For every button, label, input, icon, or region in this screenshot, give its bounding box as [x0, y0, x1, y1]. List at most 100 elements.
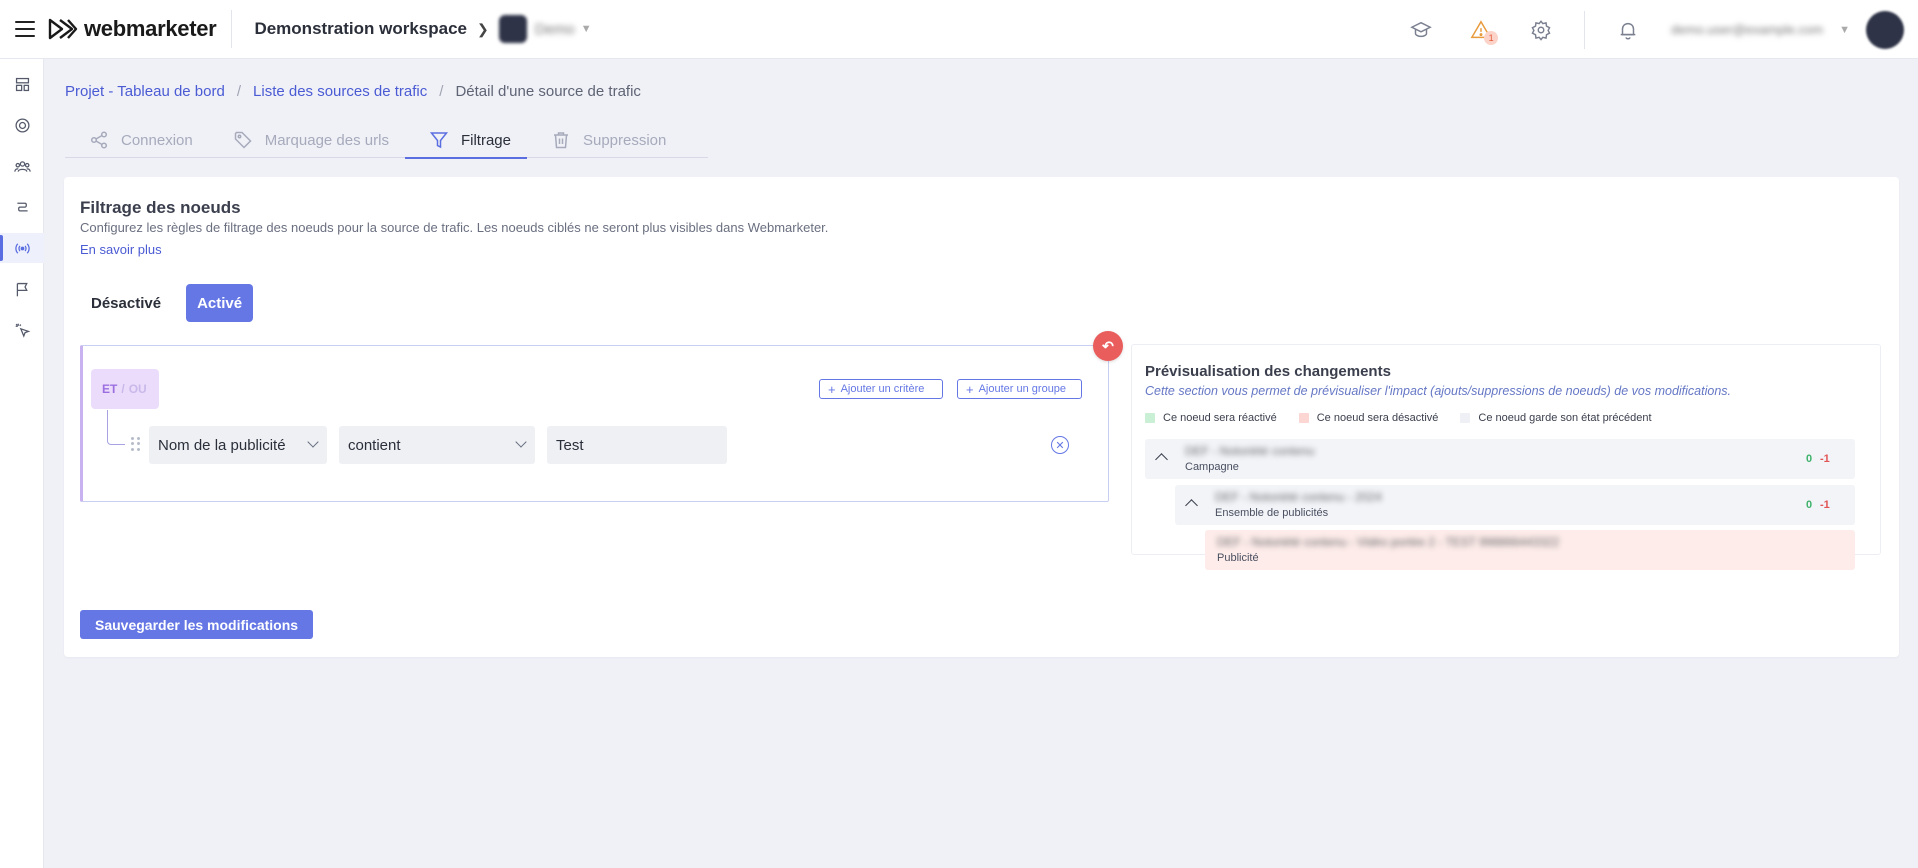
broadcast-icon	[14, 242, 30, 254]
sidebar-item-traffic-sources[interactable]	[0, 233, 44, 263]
criterion-operator-select[interactable]: contient	[339, 426, 535, 464]
route-icon	[16, 202, 28, 212]
logic-or-option[interactable]: OU	[129, 382, 147, 396]
node-name: DEF - Notoriété contenu - Vidéo portée 2…	[1217, 535, 1560, 549]
node-removed-count: -1	[1820, 453, 1830, 465]
sidebar-item-goals[interactable]	[0, 274, 44, 304]
sidebar-item-journeys[interactable]	[0, 192, 44, 222]
chevron-up-icon[interactable]	[1185, 499, 1198, 512]
warning-icon[interactable]: 1	[1468, 17, 1499, 45]
add-criterion-label: Ajouter un critère	[840, 383, 925, 395]
legend-label: Ce noeud garde son état précédent	[1478, 412, 1652, 424]
add-group-label: Ajouter un groupe	[978, 383, 1067, 395]
section-title: Filtrage des noeuds	[80, 198, 241, 217]
tree-node-campaign[interactable]: DEF - Notoriété contenu Campagne 0 -1	[1145, 439, 1855, 479]
criterion-field-value: Nom de la publicité	[158, 436, 286, 454]
legend-item: Ce noeud garde son état précédent	[1460, 412, 1652, 424]
filter-icon	[429, 132, 449, 149]
remove-criterion-icon[interactable]: ✕	[1051, 436, 1069, 454]
breadcrumb-dashboard-link[interactable]: Projet - Tableau de bord	[65, 83, 225, 100]
toggle-disabled-button[interactable]: Désactivé	[80, 284, 172, 322]
legend-swatch	[1298, 413, 1309, 423]
undo-icon[interactable]: ↶	[1093, 331, 1123, 361]
filtering-card: Filtrage des noeuds Configurez les règle…	[64, 177, 1899, 657]
filter-builder: ET / OU + Ajouter un critère + Ajouter u…	[80, 345, 1109, 502]
logo-icon	[48, 18, 78, 40]
add-group-button[interactable]: + Ajouter un groupe	[957, 379, 1082, 399]
workspace-name[interactable]: Demonstration workspace	[254, 19, 467, 39]
tab-label: Marquage des urls	[264, 131, 389, 149]
sidebar-item-tracking[interactable]	[0, 315, 44, 345]
legend-item: Ce noeud sera désactivé	[1298, 412, 1439, 424]
tab-connexion[interactable]: Connexion	[65, 122, 209, 158]
tree-connector	[107, 410, 125, 445]
plus-icon: +	[828, 381, 836, 397]
activation-toggle: Désactivé Activé	[80, 284, 254, 322]
add-criterion-button[interactable]: + Ajouter un critère	[819, 379, 943, 399]
preview-title: Prévisualisation des changements	[1145, 363, 1391, 380]
graduation-cap-icon[interactable]	[1408, 17, 1434, 43]
chevron-right-icon: ❯	[477, 20, 489, 37]
logic-separator: /	[121, 382, 125, 396]
node-type: Ensemble de publicités	[1215, 507, 1329, 519]
toggle-enabled-button[interactable]: Activé	[186, 284, 254, 322]
flag-icon	[16, 282, 28, 296]
criterion-value-input[interactable]: Test	[547, 426, 727, 464]
chevron-down-icon: ▼	[580, 23, 592, 35]
node-name: DEF - Notoriété contenu	[1185, 444, 1315, 458]
logo[interactable]: webmarketer	[48, 16, 217, 42]
project-selector[interactable]: Demo ▼	[498, 15, 592, 43]
learn-more-link[interactable]: En savoir plus	[80, 242, 162, 257]
node-removed-count: -1	[1820, 499, 1830, 511]
chevron-down-icon	[515, 436, 527, 448]
plus-icon: +	[966, 381, 974, 397]
breadcrumb: Projet - Tableau de bord / Liste des sou…	[65, 83, 641, 100]
menu-icon[interactable]	[15, 21, 35, 37]
tab-deletion[interactable]: Suppression	[527, 122, 682, 158]
sidebar-item-audiences[interactable]	[0, 151, 44, 181]
user-email[interactable]: demo.user@example.com	[1671, 22, 1823, 37]
sidebar-item-budget[interactable]	[0, 110, 44, 140]
tab-filtering[interactable]: Filtrage	[404, 122, 528, 159]
tab-url-tagging[interactable]: Marquage des urls	[209, 122, 405, 158]
logo-text: webmarketer	[84, 16, 217, 41]
tree-node-adset[interactable]: DEF - Notoriété contenu - 2024 Ensemble …	[1175, 485, 1855, 525]
criterion-field-select[interactable]: Nom de la publicité	[149, 426, 327, 464]
node-name: DEF - Notoriété contenu - 2024	[1215, 490, 1382, 504]
preview-legend: Ce noeud sera réactivé Ce noeud sera dés…	[1145, 412, 1674, 424]
top-right-actions: 1 demo.user@example.com ▼	[1408, 0, 1918, 59]
chevron-up-icon[interactable]	[1155, 453, 1168, 466]
criterion-value-text: Test	[556, 436, 584, 454]
sidebar-item-dashboard[interactable]	[0, 69, 44, 99]
divider	[1584, 10, 1586, 49]
drag-handle-icon[interactable]	[131, 437, 141, 451]
project-name: Demo	[534, 20, 575, 38]
save-button[interactable]: Sauvegarder les modifications	[80, 610, 314, 639]
sidebar	[0, 59, 44, 868]
gear-icon[interactable]	[1528, 17, 1554, 43]
tab-label: Suppression	[582, 131, 667, 149]
legend-label: Ce noeud sera réactivé	[1163, 412, 1277, 424]
avatar[interactable]	[1866, 10, 1904, 49]
breadcrumb-separator: /	[439, 83, 444, 100]
legend-item: Ce noeud sera réactivé	[1145, 412, 1277, 424]
changes-preview: Prévisualisation des changements Cette s…	[1131, 344, 1881, 570]
logic-and-option[interactable]: ET	[102, 382, 117, 396]
breadcrumb-separator: /	[236, 83, 242, 100]
section-description: Configurez les règles de filtrage des no…	[80, 220, 829, 235]
share-icon	[90, 131, 108, 149]
bell-icon[interactable]	[1615, 17, 1641, 43]
legend-label: Ce noeud sera désactivé	[1316, 412, 1439, 424]
node-type: Publicité	[1217, 552, 1259, 564]
tag-icon	[234, 131, 252, 149]
tabs: Connexion Marquage des urls Filtrage Sup…	[65, 122, 708, 159]
node-type: Campagne	[1185, 461, 1239, 473]
divider	[231, 10, 233, 48]
node-added-count: 0	[1806, 499, 1813, 511]
breadcrumb-current: Détail d'une source de trafic	[455, 83, 641, 100]
node-added-count: 0	[1806, 453, 1813, 465]
tree-node-ad[interactable]: DEF - Notoriété contenu - Vidéo portée 2…	[1205, 530, 1855, 570]
breadcrumb-sources-link[interactable]: Liste des sources de trafic	[253, 83, 427, 100]
chevron-down-icon: ▼	[1839, 23, 1850, 36]
criterion-operator-value: contient	[348, 436, 401, 454]
